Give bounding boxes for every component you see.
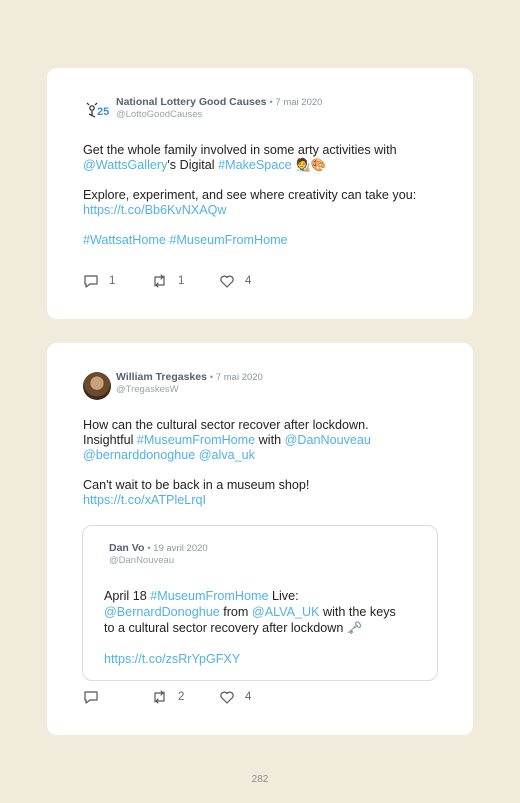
lottery-logo-icon: 25 [86, 102, 109, 118]
mention-link[interactable]: @bernarddonoghue [83, 448, 195, 462]
like-button[interactable]: 4 [219, 690, 287, 704]
text-span: with the keys [319, 605, 396, 619]
quoted-tweet-date[interactable]: • 19 avril 2020 [147, 543, 207, 554]
tweet-actions: 1 1 4 [83, 274, 287, 288]
retweet-button[interactable]: 2 [151, 690, 219, 704]
url-link[interactable]: https://t.co/xATPleLrqI [83, 493, 206, 507]
author-handle[interactable]: @TregaskesW [116, 384, 263, 395]
tweet-header: William Tregaskes • 7 mai 2020 @Tregaske… [83, 372, 263, 400]
tweet-date[interactable]: • 7 mai 2020 [269, 97, 322, 108]
quoted-author-block: Dan Vo • 19 avril 2020 @DanNouveau [109, 543, 208, 565]
retweet-icon [154, 690, 165, 704]
hashtag-link[interactable]: #WattsatHome [83, 233, 166, 247]
tweet-text: Get the whole family involved in some ar… [83, 143, 443, 248]
text-span: from [219, 605, 252, 619]
tweet-text: How can the cultural sector recover afte… [83, 418, 443, 508]
reply-button[interactable] [83, 690, 151, 704]
text-line: Can't wait to be back in a museum shop! [83, 478, 310, 492]
text-line: How can the cultural sector recover afte… [83, 418, 369, 432]
text-span: with [255, 433, 285, 447]
hashtag-link[interactable]: #MuseumFromHome [169, 233, 287, 247]
text-line: @WattsGallery's Digital #MakeSpace 🧑‍🎨🎨 [83, 158, 443, 173]
reply-icon [84, 275, 98, 288]
retweet-count: 2 [178, 691, 185, 703]
hashtag-link[interactable]: #MakeSpace [218, 158, 292, 172]
tweet-card: William Tregaskes • 7 mai 2020 @Tregaske… [47, 343, 473, 735]
reply-count: 1 [109, 275, 116, 287]
page-number: 282 [251, 774, 269, 785]
reply-button[interactable]: 1 [83, 274, 151, 288]
emoji: 🧑‍🎨🎨 [291, 158, 327, 172]
text-span: Insightful [83, 433, 137, 447]
hashtag-link[interactable]: #MuseumFromHome [150, 589, 268, 603]
text-line: to a cultural sector recovery after lock… [104, 621, 363, 635]
tweet-header: 25 National Lottery Good Causes • 7 mai … [83, 97, 322, 125]
quoted-author-name[interactable]: Dan Vo [109, 542, 144, 554]
url-link[interactable]: https://t.co/zsRrYpGFXY [104, 652, 240, 666]
author-name[interactable]: William Tregaskes [116, 371, 207, 383]
tweet-date[interactable]: • 7 mai 2020 [210, 372, 263, 383]
text-line: Get the whole family involved in some ar… [83, 143, 397, 157]
like-count: 4 [245, 275, 252, 287]
author-block: National Lottery Good Causes • 7 mai 202… [116, 97, 322, 119]
mention-link[interactable]: @alva_uk [199, 448, 255, 462]
mention-link[interactable]: @DanNouveau [285, 433, 371, 447]
quoted-tweet-text: April 18 #MuseumFromHome Live: @BernardD… [104, 588, 423, 667]
like-count: 4 [245, 691, 252, 703]
text-span: April 18 [104, 589, 151, 603]
text-line: Explore, experiment, and see where creat… [83, 188, 417, 202]
quoted-tweet[interactable]: Dan Vo • 19 avril 2020 @DanNouveau April… [82, 525, 438, 681]
retweet-button[interactable]: 1 [151, 274, 219, 288]
text-span: Live: [268, 589, 299, 603]
retweet-count: 1 [178, 275, 185, 287]
text-span: 's Digital [167, 158, 219, 172]
like-icon [220, 691, 234, 704]
like-icon [220, 275, 234, 288]
tweet-card: 25 National Lottery Good Causes • 7 mai … [47, 68, 473, 319]
quoted-author-handle[interactable]: @DanNouveau [109, 555, 208, 566]
svg-text:25: 25 [97, 106, 109, 118]
author-name[interactable]: National Lottery Good Causes [116, 96, 267, 108]
like-button[interactable]: 4 [219, 274, 287, 288]
mention-link[interactable]: @ALVA_UK [252, 605, 320, 619]
hashtag-link[interactable]: #MuseumFromHome [137, 433, 255, 447]
author-block: William Tregaskes • 7 mai 2020 @Tregaske… [116, 372, 263, 394]
book-page: 25 National Lottery Good Causes • 7 mai … [0, 0, 520, 803]
reply-icon [84, 691, 98, 704]
mention-link[interactable]: @BernardDonoghue [104, 605, 220, 619]
text-line: Insightful #MuseumFromHome with @DanNouv… [83, 433, 443, 448]
url-link[interactable]: https://t.co/Bb6KvNXAQw [83, 203, 227, 217]
tweet-actions: 2 4 [83, 690, 287, 704]
avatar[interactable] [83, 372, 111, 400]
retweet-icon [154, 274, 165, 288]
mention-link[interactable]: @WattsGallery [83, 158, 167, 172]
avatar[interactable]: 25 [83, 97, 111, 125]
author-handle[interactable]: @LottoGoodCauses [116, 109, 322, 120]
